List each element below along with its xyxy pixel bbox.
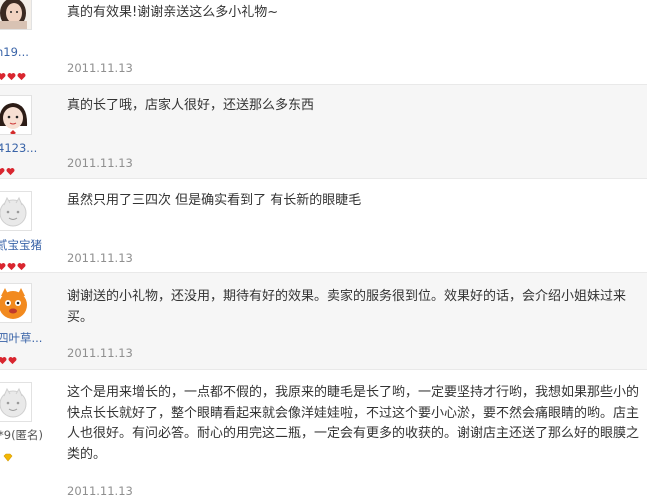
review-list: h19... 真的有效果!谢谢亲送这么多小礼物~ 2011.11.13 xyxy=(0,0,647,498)
reviewer-level xyxy=(0,161,16,176)
review-comment: 这个是用来增长的，一点都不假的，我原来的睫毛是长了哟，一定要坚持才行哟，我想如果… xyxy=(67,385,640,462)
reviewer-name[interactable]: 贰宝宝猪 xyxy=(0,238,42,252)
default-avatar-icon[interactable] xyxy=(0,191,32,231)
red-heart-icon xyxy=(0,161,5,176)
red-heart-icon xyxy=(7,256,16,271)
red-heart-icon xyxy=(0,256,6,271)
reviewer-name[interactable]: 4123... xyxy=(0,141,37,155)
review-item: 四叶草... 谢谢送的小礼物，还没用，期待有好的效果。卖家的服务很到位。效果好的… xyxy=(0,273,647,370)
red-heart-icon xyxy=(8,350,17,365)
reviewer-name[interactable]: 四叶草... xyxy=(0,331,42,345)
reviewer-level xyxy=(0,350,18,365)
reviewer-info: 贰宝宝猪 xyxy=(0,179,60,272)
review-item: *9(匿名) 这个是用来增长的，一点都不假的，我原来的睫毛是长了哟，一定要坚持才… xyxy=(0,370,647,498)
review-date: 2011.11.13 xyxy=(67,251,133,265)
reviewer-level xyxy=(0,66,27,81)
red-heart-icon xyxy=(7,66,16,81)
review-comment: 虽然只用了三四次 但是确实看到了 有长新的眼睫毛 xyxy=(67,193,362,208)
reviewer-name: *9(匿名) xyxy=(0,428,44,442)
cartoon-girl-avatar-icon[interactable] xyxy=(0,95,32,135)
review-date: 2011.11.13 xyxy=(67,484,133,498)
reviewer-level xyxy=(0,256,27,271)
review-date: 2011.11.13 xyxy=(67,346,133,360)
orange-cartoon-avatar-icon[interactable] xyxy=(0,283,32,323)
reviewer-level xyxy=(3,447,13,462)
review-item: 贰宝宝猪 虽然只用了三四次 但是确实看到了 有长新的眼睫毛 2011.11.13 xyxy=(0,179,647,273)
red-heart-icon xyxy=(17,66,26,81)
default-avatar-icon[interactable] xyxy=(0,382,32,422)
reviewer-info: *9(匿名) xyxy=(0,370,60,497)
girl-avatar-icon[interactable] xyxy=(0,0,32,30)
red-heart-icon xyxy=(0,350,7,365)
reviewer-info: 四叶草... xyxy=(0,273,60,369)
reviewer-info: h19... xyxy=(0,0,60,84)
review-comment: 真的长了哦，店家人很好，还送那么多东西 xyxy=(67,98,315,113)
review-item: h19... 真的有效果!谢谢亲送这么多小礼物~ 2011.11.13 xyxy=(0,0,647,85)
review-comment: 谢谢送的小礼物，还没用，期待有好的效果。卖家的服务很到位。效果好的话，会介绍小姐… xyxy=(67,289,627,325)
red-heart-icon xyxy=(17,256,26,271)
review-date: 2011.11.13 xyxy=(67,61,133,75)
yellow-diamond-icon xyxy=(3,447,13,462)
review-comment: 真的有效果!谢谢亲送这么多小礼物~ xyxy=(67,5,279,20)
red-heart-icon xyxy=(6,161,15,176)
review-date: 2011.11.13 xyxy=(67,156,133,170)
reviewer-info: 4123... xyxy=(0,85,60,178)
red-heart-icon xyxy=(0,66,6,81)
reviewer-name[interactable]: h19... xyxy=(0,45,29,59)
review-item: 4123... 真的长了哦，店家人很好，还送那么多东西 2011.11.13 xyxy=(0,85,647,179)
